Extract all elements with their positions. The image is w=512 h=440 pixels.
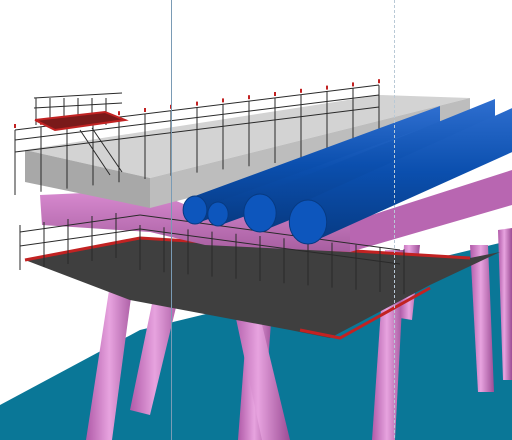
structure-render: [0, 0, 512, 440]
pipe-4-end: [288, 199, 328, 245]
upper-scaffold-platform: [34, 110, 129, 132]
pipe-3-end: [243, 193, 277, 233]
tower-rail: [33, 92, 123, 99]
3d-model-viewport[interactable]: [0, 0, 512, 440]
pipe-1-end: [182, 195, 208, 225]
pipe-2-end: [207, 201, 229, 227]
